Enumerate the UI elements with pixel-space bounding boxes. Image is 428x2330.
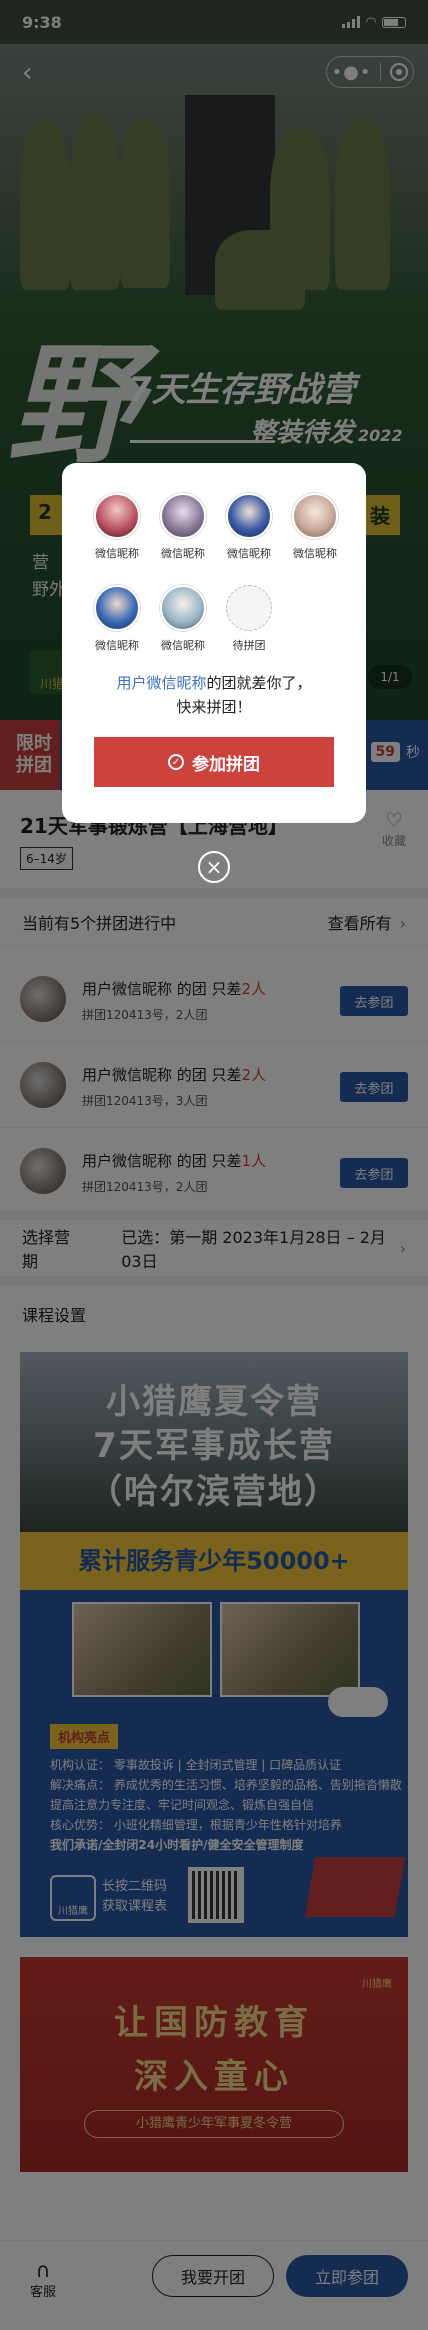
member-name: 微信昵称 bbox=[95, 639, 139, 652]
group-member: 微信昵称 bbox=[84, 585, 150, 653]
join-button-label: 参加拼团 bbox=[192, 754, 260, 775]
avatar bbox=[292, 493, 338, 539]
member-name: 待拼团 bbox=[232, 639, 266, 652]
group-member: 微信昵称 bbox=[150, 585, 216, 653]
modal-message-rest: 的团就差你了， bbox=[206, 674, 312, 692]
member-name: 微信昵称 bbox=[161, 639, 205, 652]
member-name: 微信昵称 bbox=[161, 547, 205, 560]
modal-message-line1: 用户微信昵称的团就差你了， bbox=[62, 671, 366, 695]
check-circle-icon: ✓ bbox=[168, 754, 184, 770]
member-name: 微信昵称 bbox=[227, 547, 271, 560]
avatar bbox=[94, 493, 140, 539]
modal-overlay[interactable] bbox=[0, 0, 428, 2330]
avatar bbox=[160, 585, 206, 631]
group-member: 微信昵称 bbox=[84, 493, 150, 561]
group-member: 微信昵称 bbox=[216, 493, 282, 561]
member-name: 微信昵称 bbox=[95, 547, 139, 560]
modal-message-user: 用户微信昵称 bbox=[116, 674, 207, 692]
group-member-empty: 待拼团 bbox=[216, 585, 282, 653]
group-member: 微信昵称 bbox=[282, 493, 348, 561]
join-group-modal: 微信昵称 微信昵称 微信昵称 微信昵称 微信昵称 微信昵称 待拼团 用户微信昵称… bbox=[62, 463, 366, 823]
modal-message: 用户微信昵称的团就差你了， 快来拼团！ bbox=[62, 671, 366, 719]
modal-message-line2: 快来拼团！ bbox=[176, 698, 252, 716]
avatar bbox=[94, 585, 140, 631]
member-name: 微信昵称 bbox=[293, 547, 337, 560]
group-member: 微信昵称 bbox=[150, 493, 216, 561]
avatar bbox=[226, 493, 272, 539]
empty-slot-icon bbox=[226, 585, 272, 631]
close-icon[interactable]: × bbox=[198, 851, 230, 883]
avatar bbox=[160, 493, 206, 539]
join-group-confirm-button[interactable]: ✓ 参加拼团 bbox=[94, 737, 334, 787]
